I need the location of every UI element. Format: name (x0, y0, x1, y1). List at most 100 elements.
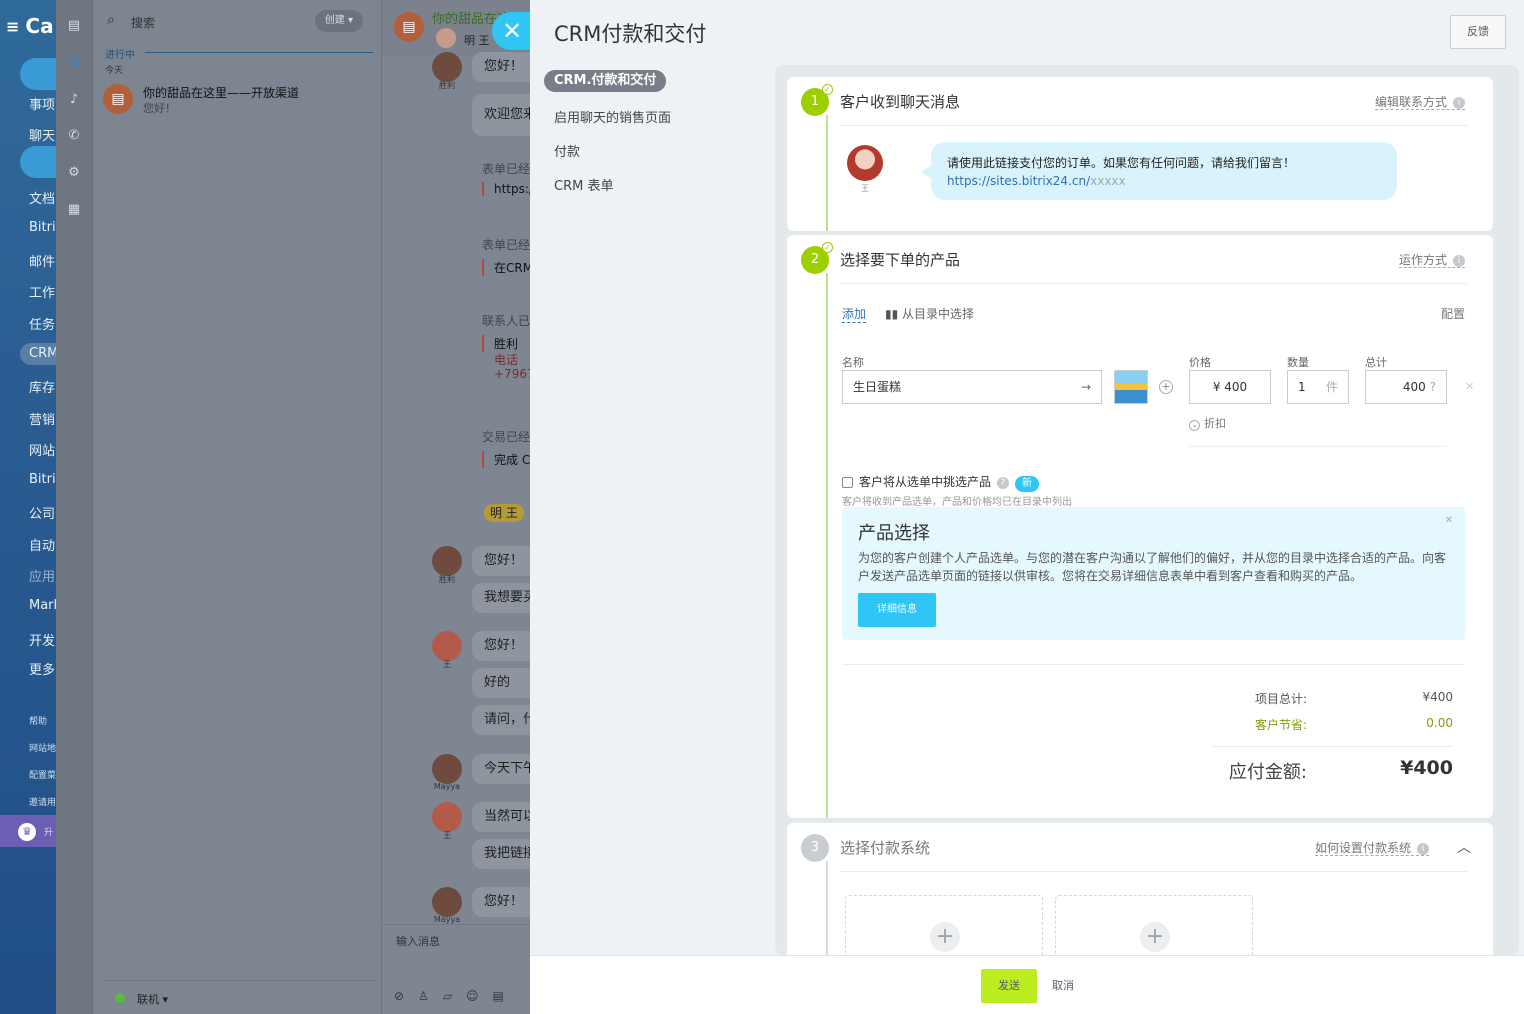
contact-phone-label: 电话 (494, 353, 519, 367)
nav-item-payment-delivery[interactable]: CRM.付款和交付 (544, 70, 667, 92)
discount-toggle[interactable]: ⌄ 折扣 (1189, 415, 1226, 431)
menu-icon[interactable]: ≡ (6, 17, 19, 36)
amount-due-label: 应付金额: (1228, 762, 1307, 783)
product-image[interactable] (1114, 370, 1148, 404)
add-image-icon[interactable]: + (1159, 380, 1173, 394)
menu-item[interactable]: 应用 (29, 566, 55, 585)
book-icon: ▮▮ (885, 307, 899, 321)
product-selection-info: 产品选择 为您的客户创建个人产品选单。与您的潜在客户沟通以了解他们的偏好，并从您… (842, 507, 1465, 640)
online-status-icon (115, 993, 125, 1003)
menu-item-small[interactable]: 配置菜 (29, 768, 56, 781)
message-bubble: 请问，什 (472, 705, 530, 735)
payment-system-tile[interactable]: + (1055, 895, 1253, 955)
add-product-link[interactable]: 添加 (842, 305, 867, 323)
menu-item-small[interactable]: 帮助 (29, 714, 47, 727)
chat-header-subtitle: 明 王 (464, 34, 490, 47)
chat-icon[interactable]: ▤ (66, 18, 82, 34)
message-input[interactable]: 输入消息 (396, 933, 440, 949)
info-icon: i (1453, 96, 1465, 109)
edit-contact-link[interactable]: 编辑联系方式 i (1374, 95, 1465, 110)
menu-item-small[interactable]: 网站地 (29, 741, 56, 754)
catalog-link[interactable]: ▮▮ 从目录中选择 (885, 305, 974, 322)
customer-name: 王 (861, 184, 869, 193)
menu-item[interactable]: 库存 (29, 377, 55, 396)
payment-link[interactable]: https://sites.bitrix24.cn/xxxxx (947, 174, 1381, 188)
menu-item-small[interactable]: 邀请用 (29, 795, 56, 808)
how-to-setup-link[interactable]: 如何设置付款系统 i (1314, 841, 1429, 856)
message-text: 请使用此链接支付您的订单。如果您有任何问题，请给我们留言！ (947, 156, 1296, 170)
avatar (432, 52, 462, 82)
gear-icon[interactable]: ⚙ (66, 165, 82, 181)
search-bar[interactable]: ⌕ 搜索 创建 ▾ (103, 10, 373, 34)
avatar (432, 887, 462, 917)
menu-item[interactable]: 自动 (29, 535, 55, 554)
menu-item[interactable]: 开发 (29, 630, 55, 649)
chat-preview: 您好！ (143, 102, 176, 115)
menu-item[interactable]: 营销 (29, 409, 55, 428)
checkbox[interactable] (842, 477, 853, 488)
chevron-down-icon: ⌄ (1189, 420, 1200, 431)
notes-icon[interactable]: ▦ (66, 202, 82, 218)
close-slider-button[interactable]: ✕ (492, 12, 532, 50)
total-input[interactable]: 400 ? (1365, 370, 1447, 404)
feedback-button[interactable]: 反馈 (1450, 15, 1506, 49)
quantity-input[interactable]: 1件 (1287, 370, 1349, 404)
product-selection-checkbox[interactable]: 客户将从选单中挑选产品? 新 (842, 473, 1040, 492)
user-avatar (436, 28, 456, 48)
close-icon[interactable]: ✕ (1445, 515, 1453, 526)
check-icon: ✓ (822, 84, 833, 95)
chat-avatar: ▤ (394, 12, 424, 42)
stage-chat-message: 1 ✓ 客户收到聊天消息 编辑联系方式 i 王 请使用此链接支付您的订单。如果您有任… (787, 77, 1493, 231)
phone-icon[interactable]: ✆ (66, 128, 82, 144)
nav-item-payment[interactable]: 付款 (544, 136, 754, 170)
cancel-button[interactable]: 取消 (1050, 969, 1076, 1003)
price-input[interactable]: ¥ 400 (1189, 370, 1271, 404)
config-link[interactable]: 配置 (1441, 305, 1465, 322)
search-input[interactable]: 搜索 (131, 14, 155, 31)
menu-item[interactable]: 文档 (29, 188, 55, 207)
message-input-area[interactable]: 输入消息 ⊘♙▱☺▤ (382, 924, 530, 1014)
new-badge: 新 (1015, 476, 1040, 492)
send-button[interactable]: 发送 (981, 969, 1037, 1003)
nav-item-sales-page[interactable]: 启用聊天的销售页面 (544, 102, 754, 136)
avatar (432, 754, 462, 784)
chat-list-item[interactable]: ▤ 你的甜品在这里——开放渠道 您好！ (103, 82, 373, 118)
collapse-icon[interactable]: ︿ (1457, 837, 1471, 857)
details-button[interactable]: 详细信息 (858, 593, 936, 627)
date-label: 今天 (105, 66, 124, 76)
menu-item[interactable]: Mark (29, 598, 56, 613)
system-message-label: 交易已经 (482, 430, 530, 444)
menu-item[interactable]: 任务 (29, 314, 55, 333)
menu-item[interactable]: 邮件 (29, 251, 55, 270)
bell-icon[interactable]: ♪ (66, 92, 82, 108)
open-channel-icon[interactable]: ◎ (66, 55, 82, 71)
menu-item[interactable]: Bitri (29, 472, 56, 487)
check-icon: ✓ (822, 242, 833, 253)
contact-phone: +7967 (494, 367, 530, 381)
crown-icon: ♛ (18, 823, 36, 841)
menu-item[interactable]: 网站 (29, 440, 55, 459)
app-logo[interactable]: ≡ Ca (6, 14, 54, 38)
menu-item[interactable]: 更多 (29, 659, 55, 678)
savings-label: 客户节省: (1254, 718, 1307, 732)
delete-row-icon[interactable]: ✕ (1465, 380, 1474, 393)
upgrade-button[interactable]: ♛ 升 (0, 815, 56, 847)
info-icon: i (1453, 254, 1465, 267)
nav-item-crm-form[interactable]: CRM 表单 (544, 170, 754, 204)
system-message-value[interactable]: https:/ (482, 182, 530, 196)
menu-item[interactable]: Bitri (29, 220, 56, 235)
menu-item[interactable]: 工作 (29, 282, 55, 301)
amount-due-value: ¥400 (1400, 757, 1453, 779)
menu-item[interactable]: 聊天 (29, 125, 55, 144)
product-name-input[interactable]: 生日蛋糕 → (842, 370, 1102, 404)
menu-item[interactable]: 公司 (29, 503, 55, 522)
status-bar[interactable]: 联机 ▾ (105, 980, 375, 1014)
how-it-works-link[interactable]: 运作方式 i (1398, 253, 1465, 268)
input-toolbar[interactable]: ⊘♙▱☺▤ (394, 989, 518, 1003)
payment-system-tile[interactable]: + (845, 895, 1043, 955)
menu-item-crm[interactable]: CRM (29, 346, 56, 361)
system-message-value: 完成 C (482, 451, 530, 468)
stage-title: 选择付款系统 (840, 839, 931, 857)
menu-item[interactable]: 事项 (29, 94, 55, 113)
create-button[interactable]: 创建 ▾ (314, 10, 363, 32)
